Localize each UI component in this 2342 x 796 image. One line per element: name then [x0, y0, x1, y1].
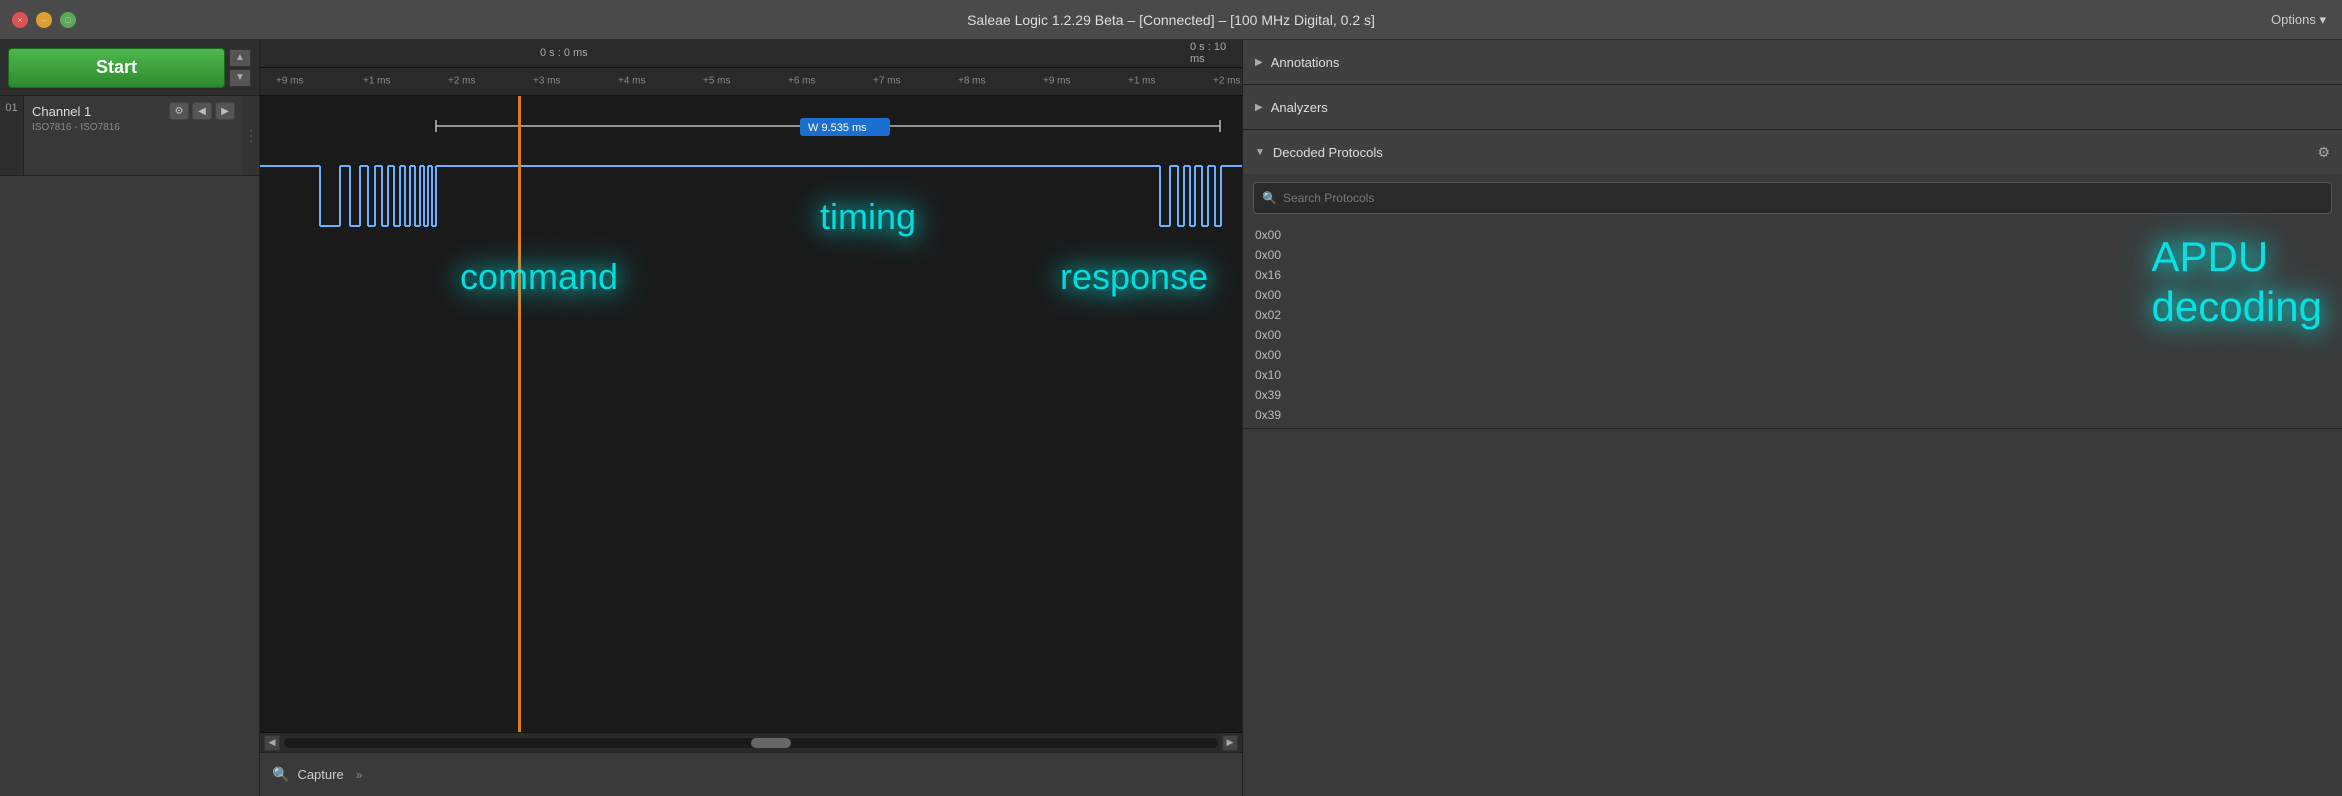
timeline-row1: 0 s : 0 ms 0 s : 10 ms [260, 40, 1242, 68]
protocol-item-6: 0x00 [1255, 346, 2330, 364]
channel-panel: Start ▲ ▼ 01 Channel 1 ⚙ ◀ ▶ ISO7816 - I… [0, 40, 260, 796]
channel-icons: ⚙ ◀ ▶ [169, 102, 235, 120]
main-content: Start ▲ ▼ 01 Channel 1 ⚙ ◀ ▶ ISO7816 - I… [0, 40, 2342, 796]
protocol-item-5: 0x00 [1255, 326, 2330, 344]
footer: 🔍 Capture » [260, 752, 1242, 796]
analyzers-header[interactable]: ▶ Analyzers [1243, 85, 2342, 129]
cursor-line [518, 96, 521, 732]
scroll-right-arrow[interactable]: ▶ [1222, 735, 1238, 751]
channel-number: 01 [0, 96, 24, 175]
window-title: Saleae Logic 1.2.29 Beta – [Connected] –… [967, 12, 1375, 28]
protocol-item-3: 0x00 [1255, 286, 2330, 304]
search-input[interactable] [1283, 191, 2323, 205]
capture-expand-icon[interactable]: » [356, 768, 363, 782]
capture-search-icon: 🔍 [272, 766, 289, 783]
tick-11: +2 ms [1213, 76, 1241, 87]
start-up-arrow[interactable]: ▲ [229, 49, 251, 67]
waveform-area: 0 s : 0 ms 0 s : 10 ms +9 ms +1 ms +2 ms… [260, 40, 1242, 796]
decoded-protocols-gear-icon[interactable]: ⚙ [2317, 144, 2330, 161]
protocol-list: 0x00 0x00 0x16 0x00 0x02 0x00 0x00 0x10 … [1243, 222, 2342, 428]
close-button[interactable]: × [12, 12, 28, 28]
decoded-protocols-title: Decoded Protocols [1273, 145, 2310, 160]
right-panel: ▶ Annotations ▶ Analyzers ▼ Decoded Prot… [1242, 40, 2342, 796]
analyzers-title: Analyzers [1271, 100, 2330, 115]
timeline-row2: +9 ms +1 ms +2 ms +3 ms +4 ms +5 ms +6 m… [260, 68, 1242, 95]
window-controls: × – □ [12, 12, 76, 28]
channel-row: 01 Channel 1 ⚙ ◀ ▶ ISO7816 - ISO7816 ⋮ [0, 96, 259, 176]
timeline-label-left: 0 s : 0 ms [540, 47, 588, 59]
timeline-label-right: 0 s : 10 ms [1190, 41, 1242, 65]
back-icon[interactable]: ◀ [192, 102, 212, 120]
annotations-header[interactable]: ▶ Annotations [1243, 40, 2342, 84]
channel-name-row: Channel 1 ⚙ ◀ ▶ [32, 102, 235, 120]
options-menu[interactable]: Options ▾ [2271, 12, 2326, 28]
svg-text:W 9.535 ms: W 9.535 ms [808, 122, 867, 134]
tick-7: +7 ms [873, 76, 901, 87]
decoded-protocols-header[interactable]: ▼ Decoded Protocols ⚙ [1243, 130, 2342, 174]
waveform-svg: W 9.535 ms [260, 96, 1242, 732]
capture-label: Capture [297, 767, 343, 782]
protocol-item-7: 0x10 [1255, 366, 2330, 384]
tick-10: +1 ms [1128, 76, 1156, 87]
decoded-protocols-section: ▼ Decoded Protocols ⚙ 🔍 0x00 0x00 0x16 0… [1243, 130, 2342, 429]
tick-4: +4 ms [618, 76, 646, 87]
tick-5: +5 ms [703, 76, 731, 87]
annotations-expand-icon: ▶ [1255, 57, 1263, 68]
search-bar: 🔍 [1253, 182, 2332, 214]
waveform-canvas[interactable]: W 9.535 ms command timing response [260, 96, 1242, 732]
tick-0: +9 ms [276, 76, 304, 87]
channel-name: Channel 1 [32, 104, 91, 119]
protocol-item-8: 0x39 [1255, 386, 2330, 404]
annotations-title: Annotations [1271, 55, 2330, 70]
waveform-scrollbar[interactable]: ◀ ▶ [260, 732, 1242, 752]
start-area: Start ▲ ▼ [0, 40, 259, 96]
start-dropdown: ▲ ▼ [229, 49, 251, 87]
start-button[interactable]: Start [8, 48, 225, 88]
protocol-list-container: 0x00 0x00 0x16 0x00 0x02 0x00 0x00 0x10 … [1243, 222, 2342, 428]
titlebar: × – □ Saleae Logic 1.2.29 Beta – [Connec… [0, 0, 2342, 40]
protocol-item-4: 0x02 [1255, 306, 2330, 324]
analyzers-expand-icon: ▶ [1255, 102, 1263, 113]
scroll-thumb[interactable] [751, 738, 791, 748]
tick-9: +9 ms [1043, 76, 1071, 87]
maximize-button[interactable]: □ [60, 12, 76, 28]
protocol-item-1: 0x00 [1255, 246, 2330, 264]
protocol-item-9: 0x39 [1255, 406, 2330, 424]
protocol-item-2: 0x16 [1255, 266, 2330, 284]
scroll-track[interactable] [284, 738, 1218, 748]
scroll-left-arrow[interactable]: ◀ [264, 735, 280, 751]
tick-6: +6 ms [788, 76, 816, 87]
settings-icon[interactable]: ⚙ [169, 102, 189, 120]
tick-3: +3 ms [533, 76, 561, 87]
tick-8: +8 ms [958, 76, 986, 87]
search-icon: 🔍 [1262, 191, 1277, 205]
channel-panel-bottom [0, 176, 259, 796]
protocol-item-0: 0x00 [1255, 226, 2330, 244]
tick-2: +2 ms [448, 76, 476, 87]
tick-container: +9 ms +1 ms +2 ms +3 ms +4 ms +5 ms +6 m… [268, 68, 1242, 95]
annotations-section: ▶ Annotations [1243, 40, 2342, 85]
timeline-header: 0 s : 0 ms 0 s : 10 ms +9 ms +1 ms +2 ms… [260, 40, 1242, 96]
start-down-arrow[interactable]: ▼ [229, 69, 251, 87]
channel-drag-handle[interactable]: ⋮ [243, 96, 259, 175]
minimize-button[interactable]: – [36, 12, 52, 28]
decoded-protocols-expand-icon: ▼ [1255, 147, 1265, 158]
channel-subtitle: ISO7816 - ISO7816 [32, 122, 235, 133]
tick-1: +1 ms [363, 76, 391, 87]
forward-icon[interactable]: ▶ [215, 102, 235, 120]
channel-info: Channel 1 ⚙ ◀ ▶ ISO7816 - ISO7816 [24, 96, 243, 175]
analyzers-section: ▶ Analyzers [1243, 85, 2342, 130]
